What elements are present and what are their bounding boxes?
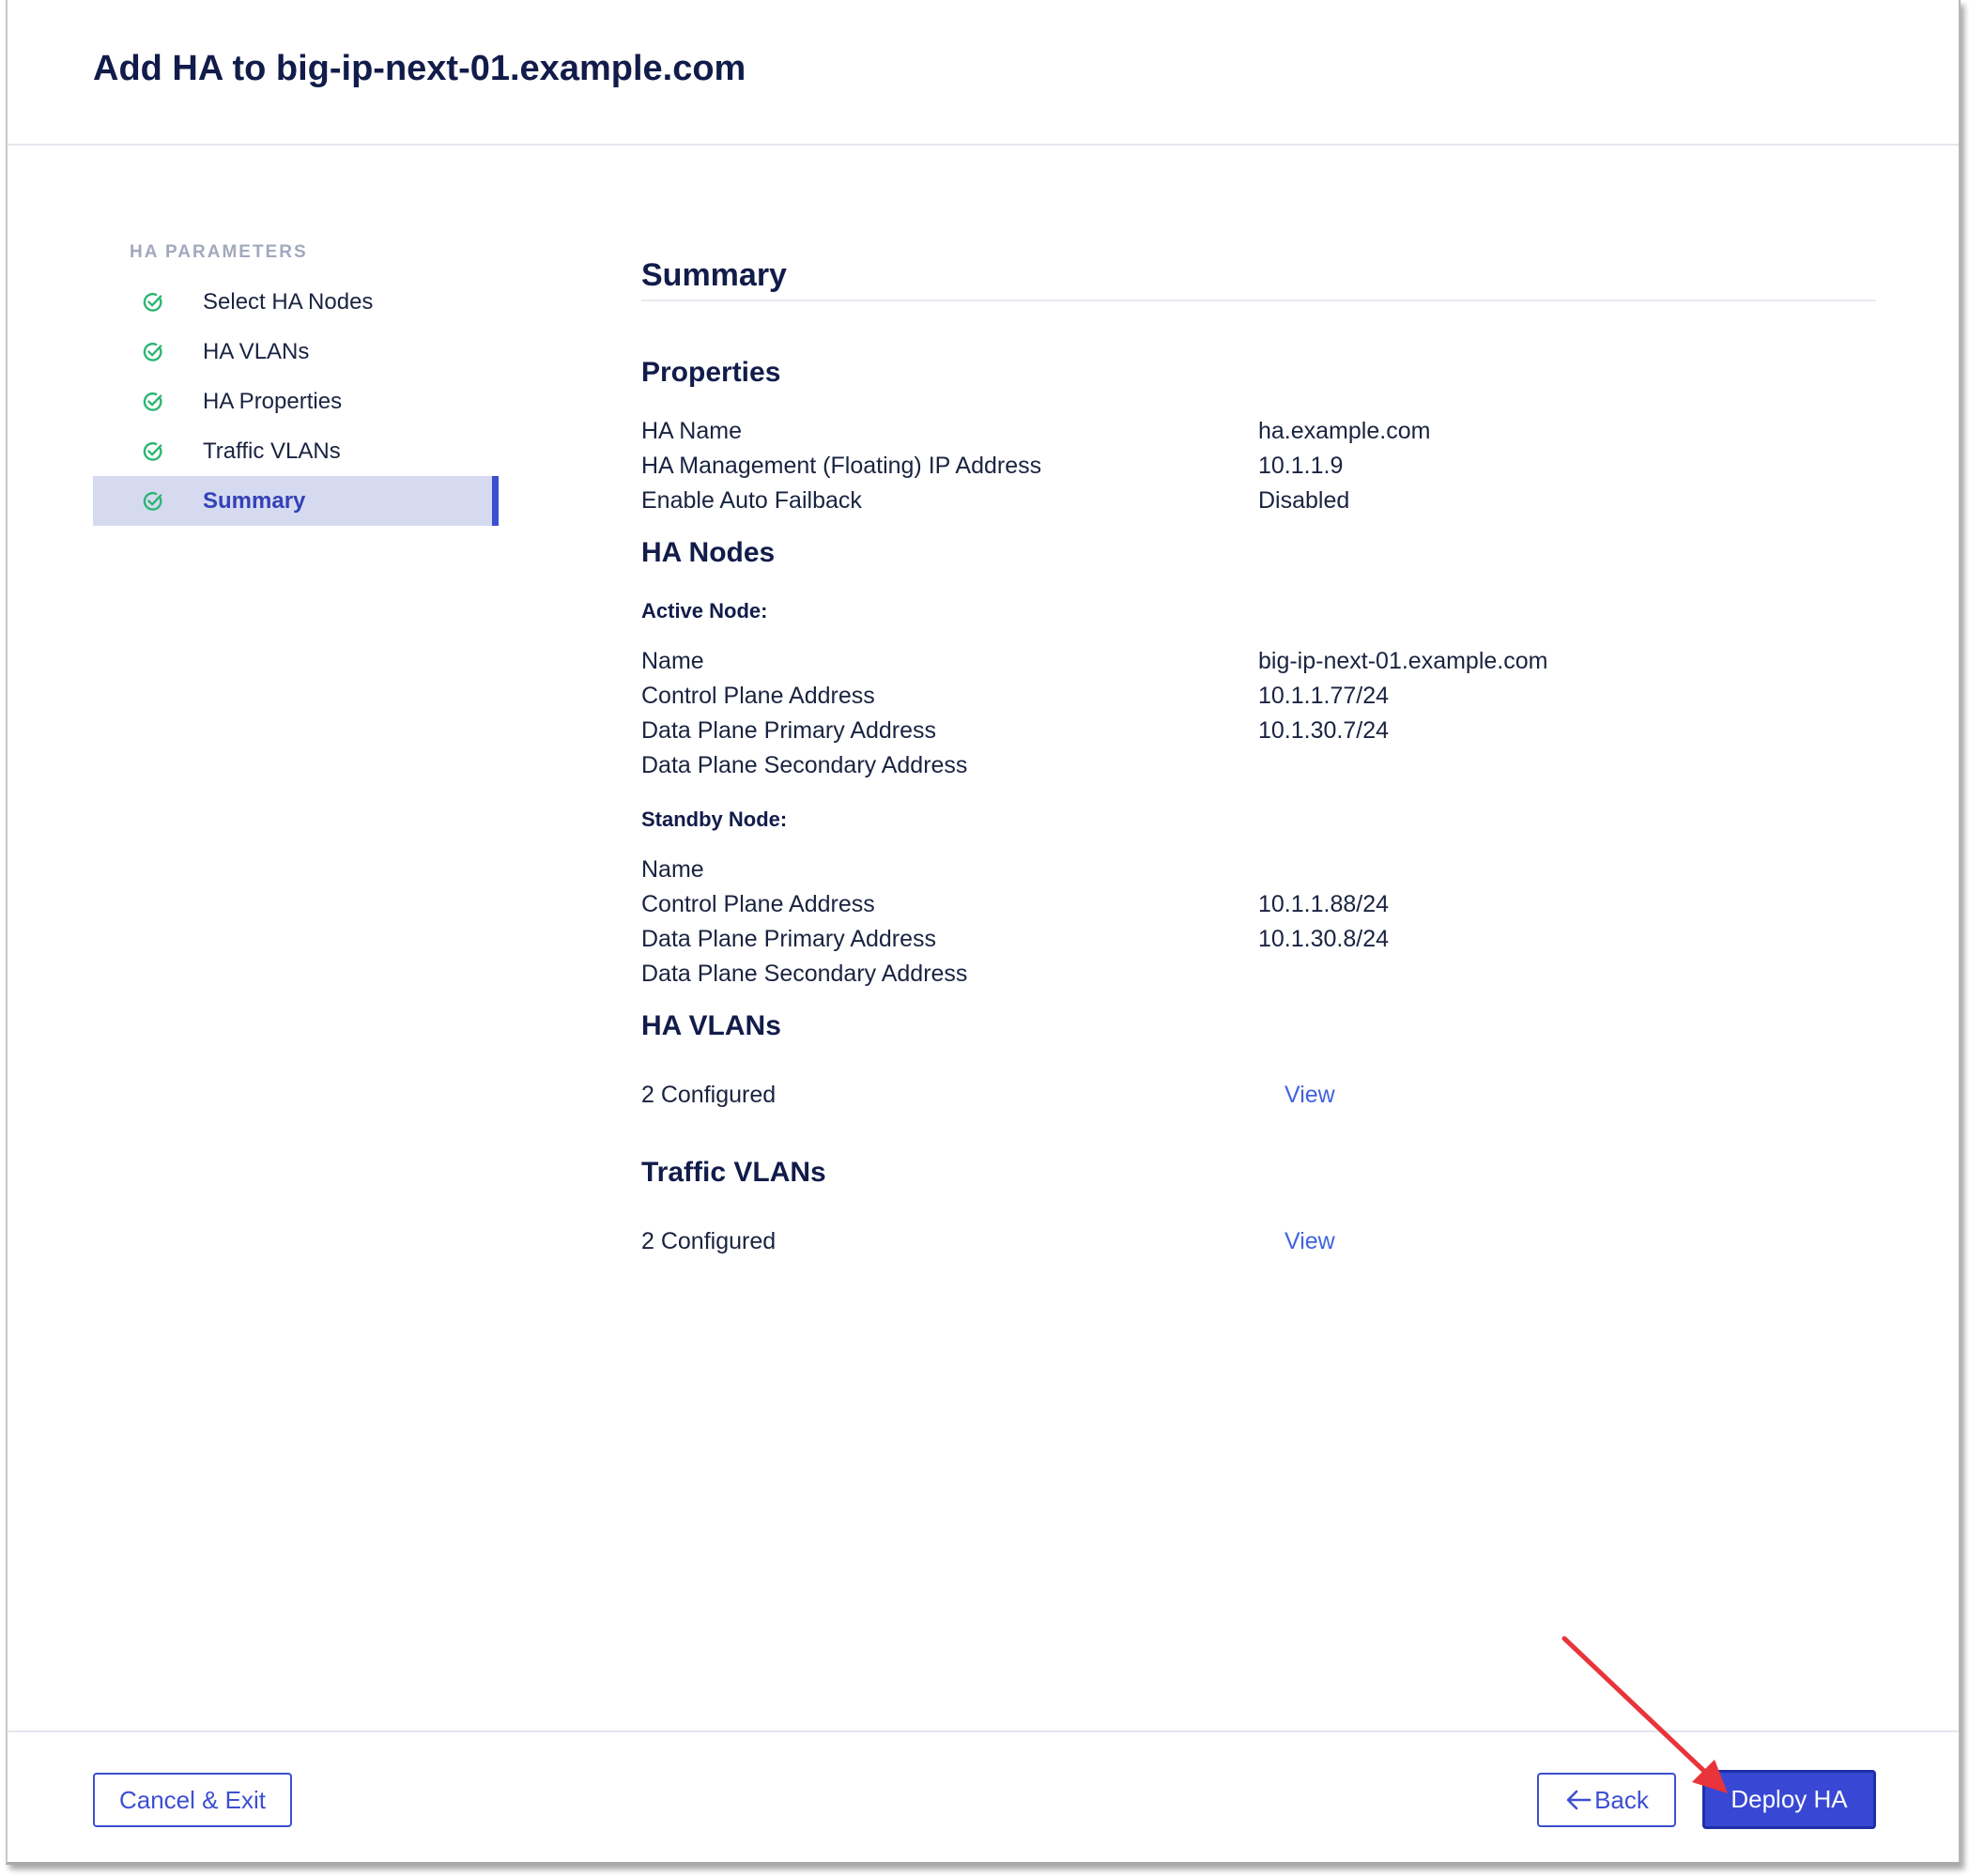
step-label: HA VLANs xyxy=(203,338,310,364)
active-node-title: Active Node: xyxy=(641,599,768,623)
traffic-vlans-title: Traffic VLANs xyxy=(641,1157,826,1188)
properties-title: Properties xyxy=(641,357,781,388)
row-value: 10.1.30.8/24 xyxy=(1258,926,1390,952)
wizard-footer: Cancel & Exit Back Deploy HA xyxy=(8,1730,1959,1864)
standby-node-row: Data Plane Primary Address 10.1.30.8/24 xyxy=(641,926,1876,961)
step-label: Summary xyxy=(203,487,306,514)
check-circle-icon xyxy=(143,441,162,461)
wizard-window: Add HA to big-ip-next-01.example.com HA … xyxy=(6,0,1961,1865)
check-circle-icon xyxy=(143,491,162,511)
page-title: Add HA to big-ip-next-01.example.com xyxy=(93,49,746,88)
active-node-row: Name big-ip-next-01.example.com xyxy=(641,648,1876,683)
view-ha-vlans-link[interactable]: View xyxy=(1284,1082,1335,1109)
view-traffic-vlans-link[interactable]: View xyxy=(1284,1228,1335,1255)
row-label: Data Plane Secondary Address xyxy=(641,961,968,987)
row-label: Data Plane Primary Address xyxy=(641,926,937,952)
standby-node-row: Control Plane Address 10.1.1.88/24 xyxy=(641,891,1876,926)
row-value: 10.1.30.7/24 xyxy=(1258,717,1390,744)
cancel-exit-button[interactable]: Cancel & Exit xyxy=(93,1773,292,1827)
active-node-row: Control Plane Address 10.1.1.77/24 xyxy=(641,683,1876,717)
row-label: Name xyxy=(641,856,704,883)
row-label: HA Management (Floating) IP Address xyxy=(641,453,1042,479)
ha-vlans-row: 2 Configured View xyxy=(641,1082,1876,1116)
property-row-ha-name: HA Name ha.example.com xyxy=(641,418,1876,453)
back-label: Back xyxy=(1594,1785,1649,1814)
row-value: 10.1.1.88/24 xyxy=(1258,891,1390,917)
check-circle-icon xyxy=(143,342,162,361)
step-label: HA Properties xyxy=(203,388,343,414)
step-ha-vlans[interactable]: HA VLANs xyxy=(93,327,499,377)
step-label: Select HA Nodes xyxy=(203,288,374,315)
step-traffic-vlans[interactable]: Traffic VLANs xyxy=(93,426,499,476)
check-circle-icon xyxy=(143,392,162,411)
standby-node-row: Data Plane Secondary Address xyxy=(641,961,1876,995)
standby-node-title: Standby Node: xyxy=(641,807,788,831)
row-value: ha.example.com xyxy=(1258,418,1431,444)
row-label: Control Plane Address xyxy=(641,683,875,709)
row-label: Data Plane Secondary Address xyxy=(641,752,968,778)
active-node-row: Data Plane Primary Address 10.1.30.7/24 xyxy=(641,717,1876,752)
arrow-left-icon xyxy=(1566,1790,1592,1810)
row-label: Enable Auto Failback xyxy=(641,487,862,514)
divider xyxy=(641,300,1876,301)
property-row-auto-failback: Enable Auto Failback Disabled xyxy=(641,487,1876,522)
row-value: Disabled xyxy=(1258,487,1350,514)
row-value: 10.1.1.77/24 xyxy=(1258,683,1390,709)
property-row-floating-ip: HA Management (Floating) IP Address 10.1… xyxy=(641,453,1876,487)
traffic-vlans-row: 2 Configured View xyxy=(641,1228,1876,1263)
summary-title: Summary xyxy=(641,257,787,293)
ha-vlans-title: HA VLANs xyxy=(641,1010,781,1041)
active-node-row: Data Plane Secondary Address xyxy=(641,752,1876,787)
configured-count: 2 Configured xyxy=(641,1082,777,1108)
step-select-ha-nodes[interactable]: Select HA Nodes xyxy=(93,277,499,327)
check-circle-icon xyxy=(143,292,162,312)
standby-node-row: Name xyxy=(641,856,1876,891)
step-label: Traffic VLANs xyxy=(203,438,341,464)
wizard-header: Add HA to big-ip-next-01.example.com xyxy=(8,0,1959,146)
row-label: Control Plane Address xyxy=(641,891,875,917)
row-label: HA Name xyxy=(641,418,742,444)
step-ha-properties[interactable]: HA Properties xyxy=(93,377,499,426)
ha-nodes-title: HA Nodes xyxy=(641,537,776,568)
step-summary[interactable]: Summary xyxy=(93,476,499,526)
configured-count: 2 Configured xyxy=(641,1228,777,1254)
steps-heading: HA PARAMETERS xyxy=(130,242,308,262)
row-label: Name xyxy=(641,648,704,674)
row-value: 10.1.1.9 xyxy=(1258,453,1344,479)
back-button[interactable]: Back xyxy=(1537,1773,1676,1827)
row-value: big-ip-next-01.example.com xyxy=(1258,648,1548,674)
row-label: Data Plane Primary Address xyxy=(641,717,937,744)
deploy-ha-button[interactable]: Deploy HA xyxy=(1702,1770,1876,1829)
